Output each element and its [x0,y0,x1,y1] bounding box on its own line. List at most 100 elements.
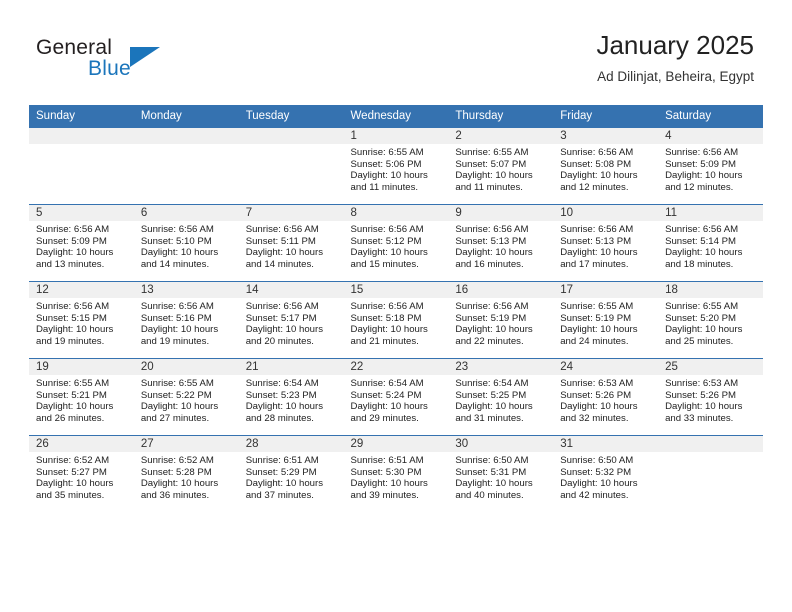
calendar-day-cell[interactable]: 18 Sunrise: 6:55 AM Sunset: 5:20 PM Dayligh… [658,281,763,359]
daylight-text-line2: and 14 minutes. [140,258,210,270]
day-cell-inner: 12 Sunrise: 6:56 AM Sunset: 5:15 PM Dayligh… [29,282,134,358]
sunrise-text: Sunrise: 6:53 AM [665,378,739,389]
calendar-week-row: 1 Sunrise: 6:55 AM Sunset: 5:06 PM Daylight… [29,127,763,205]
calendar-day-cell[interactable]: 26 Sunrise: 6:52 AM Sunset: 5:27 PM Dayligh… [29,435,134,512]
day-cell-inner [658,436,763,512]
daylight-text-line2: and 11 minutes. [455,181,523,193]
day-number: 9 [455,207,462,219]
daylight-text-line1: Daylight: 10 hours [665,247,743,259]
day-cell-inner: 25 Sunrise: 6:53 AM Sunset: 5:26 PM Dayligh… [658,359,763,435]
sunset-text: Sunset: 5:13 PM [455,235,527,247]
day-number: 18 [665,284,678,296]
day-cell-inner: 5 Sunrise: 6:56 AM Sunset: 5:09 PM Daylight… [29,205,134,281]
calendar-day-cell[interactable]: 5 Sunrise: 6:56 AM Sunset: 5:09 PM Daylight… [29,204,134,282]
calendar-day-cell[interactable]: 8 Sunrise: 6:56 AM Sunset: 5:12 PM Daylight… [343,204,449,282]
daylight-text-line2: and 13 minutes. [36,258,105,270]
daylight-text-line2: and 24 minutes. [560,335,629,347]
daylight-text-line1: Daylight: 10 hours [455,324,533,336]
calendar-day-cell[interactable]: 30 Sunrise: 6:50 AM Sunset: 5:31 PM Dayligh… [448,435,554,512]
calendar-day-cell[interactable]: 1 Sunrise: 6:55 AM Sunset: 5:06 PM Daylight… [343,127,449,205]
day-number: 7 [245,207,253,219]
day-details: Sunrise: 6:52 AM Sunset: 5:28 PM Daylight:… [141,455,236,501]
day-details: Sunrise: 6:55 AM Sunset: 5:19 PM Daylight:… [560,301,655,347]
calendar-day-cell[interactable]: 17 Sunrise: 6:55 AM Sunset: 5:19 PM Dayligh… [553,281,659,359]
calendar-day-cell[interactable] [238,127,344,205]
calendar-day-cell[interactable]: 13 Sunrise: 6:56 AM Sunset: 5:16 PM Dayligh… [133,281,239,359]
calendar-day-cell[interactable]: 16 Sunrise: 6:56 AM Sunset: 5:19 PM Dayligh… [448,281,554,359]
daylight-text-line2: and 40 minutes. [455,489,524,501]
sunrise-text: Sunrise: 6:55 AM [36,378,110,389]
sunrise-text: Sunrise: 6:55 AM [560,301,634,312]
calendar-day-cell[interactable]: 23 Sunrise: 6:54 AM Sunset: 5:25 PM Dayligh… [448,358,554,436]
calendar-day-cell[interactable]: 4 Sunrise: 6:56 AM Sunset: 5:09 PM Daylight… [658,127,763,205]
day-cell-inner: 21 Sunrise: 6:54 AM Sunset: 5:23 PM Dayligh… [238,359,344,435]
daylight-text-line2: and 21 minutes. [350,335,419,347]
sunset-text: Sunset: 5:26 PM [560,389,632,401]
day-cell-inner: 29 Sunrise: 6:51 AM Sunset: 5:30 PM Dayligh… [343,436,449,512]
day-cell-inner: 30 Sunrise: 6:50 AM Sunset: 5:31 PM Dayligh… [448,436,554,512]
day-number: 11 [665,207,678,219]
calendar-page: General Blue January 2025 Ad Dilinjat, B… [0,0,792,612]
sunset-text: Sunset: 5:24 PM [350,389,422,401]
calendar-day-cell[interactable]: 10 Sunrise: 6:56 AM Sunset: 5:13 PM Dayligh… [553,204,659,282]
daylight-text-line1: Daylight: 10 hours [140,478,219,490]
calendar-day-cell[interactable]: 15 Sunrise: 6:56 AM Sunset: 5:18 PM Dayligh… [343,281,449,359]
day-number: 8 [350,207,357,219]
calendar-day-cell[interactable]: 11 Sunrise: 6:56 AM Sunset: 5:14 PM Dayligh… [658,204,763,282]
calendar-day-cell[interactable]: 29 Sunrise: 6:51 AM Sunset: 5:30 PM Dayligh… [343,435,449,512]
calendar-day-cell[interactable]: 25 Sunrise: 6:53 AM Sunset: 5:26 PM Dayligh… [658,358,763,436]
sunset-text: Sunset: 5:26 PM [665,389,736,401]
calendar-body: 1 Sunrise: 6:55 AM Sunset: 5:06 PM Daylight… [29,127,763,512]
calendar-day-cell[interactable]: 7 Sunrise: 6:56 AM Sunset: 5:11 PM Daylight… [238,204,344,282]
calendar-day-cell[interactable]: 31 Sunrise: 6:50 AM Sunset: 5:32 PM Dayligh… [553,435,659,512]
sunrise-text: Sunrise: 6:50 AM [455,455,529,466]
sunset-text: Sunset: 5:21 PM [36,389,107,401]
calendar-day-cell[interactable]: 9 Sunrise: 6:56 AM Sunset: 5:13 PM Daylight… [448,204,554,282]
daylight-text-line1: Daylight: 10 hours [455,170,533,182]
day-details: Sunrise: 6:56 AM Sunset: 5:12 PM Daylight:… [351,224,446,270]
general-blue-logo[interactable]: General Blue [36,36,216,88]
sunset-text: Sunset: 5:09 PM [665,158,736,170]
calendar-day-cell[interactable]: 20 Sunrise: 6:55 AM Sunset: 5:22 PM Dayligh… [133,358,239,436]
day-cell-inner: 26 Sunrise: 6:52 AM Sunset: 5:27 PM Dayligh… [29,436,134,512]
calendar-day-cell[interactable]: 28 Sunrise: 6:51 AM Sunset: 5:29 PM Dayligh… [238,435,344,512]
daylight-text-line1: Daylight: 10 hours [245,324,324,336]
day-details: Sunrise: 6:56 AM Sunset: 5:16 PM Daylight:… [141,301,236,347]
sunrise-text: Sunrise: 6:54 AM [245,378,319,389]
daylight-text-line2: and 31 minutes. [455,412,524,424]
sunset-text: Sunset: 5:15 PM [36,312,107,324]
calendar-day-cell[interactable]: 19 Sunrise: 6:55 AM Sunset: 5:21 PM Dayligh… [29,358,134,436]
calendar-day-cell[interactable]: 21 Sunrise: 6:54 AM Sunset: 5:23 PM Dayligh… [238,358,344,436]
calendar-day-cell[interactable]: 24 Sunrise: 6:53 AM Sunset: 5:26 PM Dayligh… [553,358,659,436]
calendar-day-cell[interactable]: 6 Sunrise: 6:56 AM Sunset: 5:10 PM Daylight… [133,204,239,282]
day-cell-inner: 23 Sunrise: 6:54 AM Sunset: 5:25 PM Dayligh… [448,359,554,435]
sunset-text: Sunset: 5:23 PM [245,389,317,401]
calendar-day-cell[interactable]: 2 Sunrise: 6:55 AM Sunset: 5:07 PM Daylight… [448,127,554,205]
sunset-text: Sunset: 5:29 PM [245,466,317,478]
calendar-day-cell[interactable]: 12 Sunrise: 6:56 AM Sunset: 5:15 PM Dayligh… [29,281,134,359]
calendar-day-cell[interactable] [29,127,134,205]
sunset-text: Sunset: 5:08 PM [560,158,632,170]
daylight-text-line1: Daylight: 10 hours [36,324,114,336]
day-details: Sunrise: 6:55 AM Sunset: 5:06 PM Daylight:… [351,147,446,193]
day-number: 22 [350,361,364,373]
day-details: Sunrise: 6:56 AM Sunset: 5:18 PM Daylight:… [351,301,446,347]
calendar-day-cell[interactable]: 27 Sunrise: 6:52 AM Sunset: 5:28 PM Dayligh… [133,435,239,512]
daylight-text-line1: Daylight: 10 hours [140,401,219,413]
calendar-day-cell[interactable]: 14 Sunrise: 6:56 AM Sunset: 5:17 PM Dayligh… [238,281,344,359]
sunrise-text: Sunrise: 6:51 AM [245,455,319,466]
daylight-text-line2: and 28 minutes. [245,412,314,424]
daylight-text-line2: and 32 minutes. [560,412,629,424]
day-cell-inner [133,128,239,204]
calendar-day-cell[interactable] [658,435,763,512]
sunrise-text: Sunrise: 6:55 AM [665,301,739,312]
calendar-day-cell[interactable]: 3 Sunrise: 6:56 AM Sunset: 5:08 PM Daylight… [553,127,659,205]
sunrise-text: Sunrise: 6:56 AM [665,224,739,235]
daylight-text-line2: and 42 minutes. [560,489,629,501]
calendar-day-cell[interactable] [133,127,239,205]
calendar-week-row: 19 Sunrise: 6:55 AM Sunset: 5:21 PM Dayligh… [29,358,763,436]
sunset-text: Sunset: 5:17 PM [245,312,317,324]
calendar-day-cell[interactable]: 22 Sunrise: 6:54 AM Sunset: 5:24 PM Dayligh… [343,358,449,436]
daylight-text-line1: Daylight: 10 hours [245,401,324,413]
daylight-text-line2: and 36 minutes. [140,489,210,501]
